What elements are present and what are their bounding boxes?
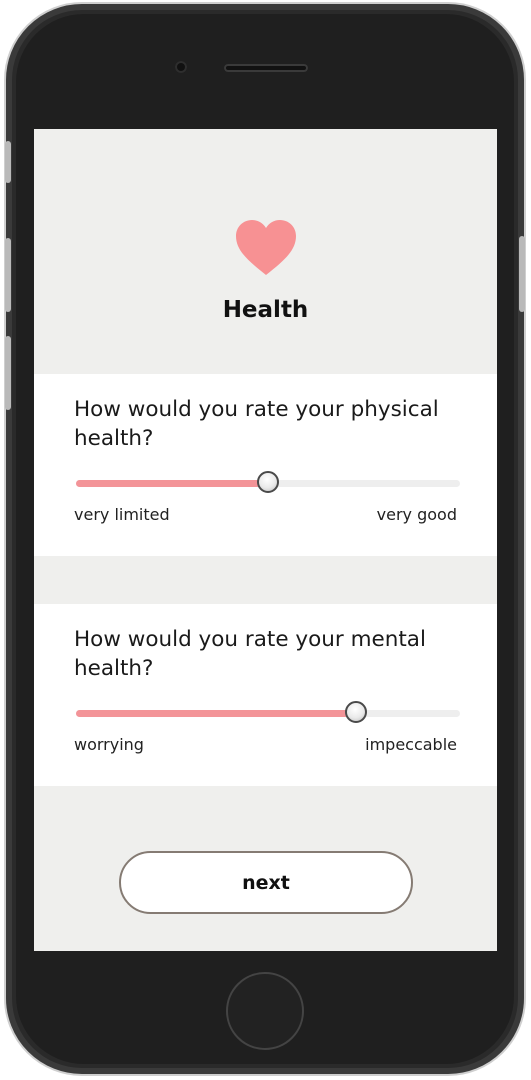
volume-up-button (5, 238, 11, 312)
front-camera (175, 61, 187, 73)
question-text: How would you rate your mental health? (74, 627, 426, 681)
app-screen: Health How would you rate your physical … (34, 129, 497, 951)
slider-min-label: very limited (74, 505, 170, 524)
home-button[interactable] (226, 972, 304, 1050)
page-title: Health (222, 297, 309, 323)
slider-max-label: very good (376, 505, 457, 524)
question-text: How would you rate your physical health? (74, 397, 439, 451)
physical-health-slider[interactable] (76, 471, 460, 493)
power-button (519, 236, 525, 312)
volume-down-button (5, 336, 11, 410)
next-button[interactable]: next (119, 851, 413, 914)
slider-max-label: impeccable (365, 735, 457, 754)
heart-icon (236, 220, 296, 275)
question-card-mental: How would you rate your mental health? w… (34, 604, 497, 786)
header: Health (34, 129, 497, 374)
slider-fill (76, 710, 357, 717)
slider-thumb[interactable] (345, 701, 368, 723)
slider-min-label: worrying (74, 735, 144, 754)
question-card-physical: How would you rate your physical health?… (34, 374, 497, 556)
mute-switch (5, 141, 11, 183)
slider-thumb[interactable] (257, 471, 279, 493)
slider-fill (76, 480, 268, 487)
earpiece-speaker (224, 64, 308, 72)
mental-health-slider[interactable] (76, 701, 460, 723)
